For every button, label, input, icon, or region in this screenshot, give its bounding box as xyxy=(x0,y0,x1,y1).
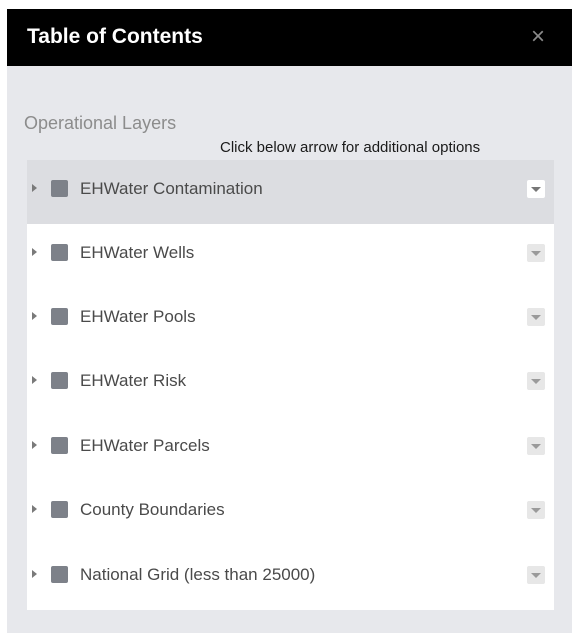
caret-right-icon[interactable] xyxy=(32,184,37,192)
layer-options-button[interactable] xyxy=(527,244,545,262)
layer-row[interactable]: EHWater Wells xyxy=(27,224,554,288)
layer-row[interactable]: EHWater Risk xyxy=(27,352,554,416)
section-label: Operational Layers xyxy=(24,113,177,133)
caret-right-icon[interactable] xyxy=(32,505,37,513)
layer-label: EHWater Wells xyxy=(80,243,195,262)
layer-label: National Grid (less than 25000) xyxy=(80,565,316,584)
layer-row[interactable]: EHWater Contamination xyxy=(27,160,554,224)
chevron-down-icon xyxy=(531,187,541,192)
layer-options-button[interactable] xyxy=(527,180,545,198)
panel-title: Table of Contents xyxy=(27,25,203,48)
chevron-down-icon xyxy=(531,508,541,513)
checkbox-icon[interactable] xyxy=(51,180,68,197)
chevron-down-icon xyxy=(531,444,541,449)
table-of-contents-panel: Table of Contents × Operational Layers C… xyxy=(7,9,572,633)
layer-row[interactable]: National Grid (less than 25000) xyxy=(27,546,554,610)
options-hint: Click below arrow for additional options xyxy=(220,139,481,156)
layer-row[interactable]: EHWater Pools xyxy=(27,288,554,352)
chevron-down-icon xyxy=(531,573,541,578)
chevron-down-icon xyxy=(531,251,541,256)
layer-label: EHWater Risk xyxy=(80,371,187,390)
layer-options-button[interactable] xyxy=(527,308,545,326)
checkbox-icon[interactable] xyxy=(51,372,68,389)
checkbox-icon[interactable] xyxy=(51,308,68,325)
layer-options-button[interactable] xyxy=(527,437,545,455)
caret-right-icon[interactable] xyxy=(32,570,37,578)
layer-label: EHWater Parcels xyxy=(80,436,210,455)
layer-label: EHWater Contamination xyxy=(80,179,263,198)
layer-options-button[interactable] xyxy=(527,566,545,584)
panel-titlebar: Table of Contents × xyxy=(7,9,572,66)
layer-options-button[interactable] xyxy=(527,372,545,390)
checkbox-icon[interactable] xyxy=(51,501,68,518)
checkbox-icon[interactable] xyxy=(51,566,68,583)
layer-label: County Boundaries xyxy=(80,500,225,519)
caret-right-icon[interactable] xyxy=(32,312,37,320)
chevron-down-icon xyxy=(531,315,541,320)
caret-right-icon[interactable] xyxy=(32,376,37,384)
checkbox-icon[interactable] xyxy=(51,244,68,261)
checkbox-icon[interactable] xyxy=(51,437,68,454)
layer-label: EHWater Pools xyxy=(80,307,196,326)
layer-row[interactable]: County Boundaries xyxy=(27,481,554,545)
layer-options-button[interactable] xyxy=(527,501,545,519)
layer-row[interactable]: EHWater Parcels xyxy=(27,417,554,481)
layer-list: EHWater Contamination EHWater Wells EHWa… xyxy=(27,160,554,610)
close-icon[interactable]: × xyxy=(525,24,551,50)
chevron-down-icon xyxy=(531,379,541,384)
caret-right-icon[interactable] xyxy=(32,441,37,449)
caret-right-icon[interactable] xyxy=(32,248,37,256)
